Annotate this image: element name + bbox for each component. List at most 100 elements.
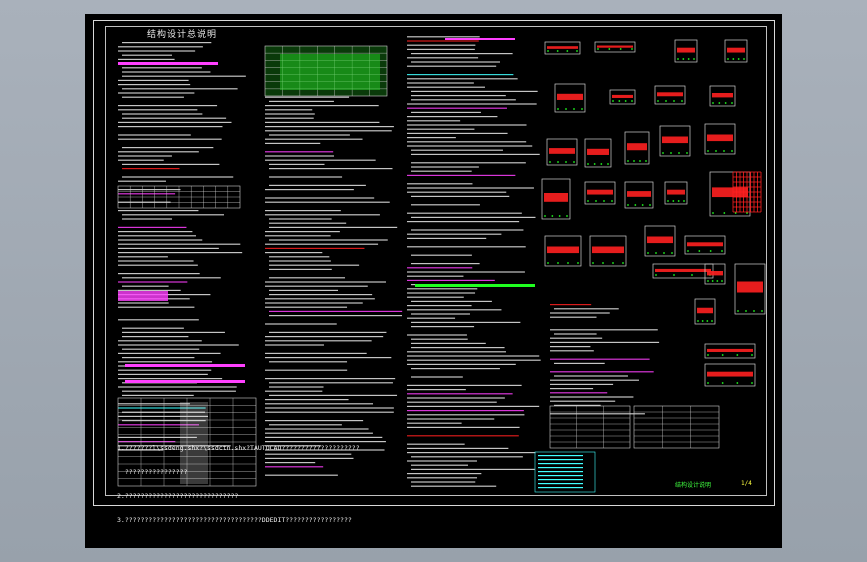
text-line xyxy=(411,464,468,466)
text-line xyxy=(411,263,480,265)
text-line xyxy=(407,473,482,475)
rebar-dot xyxy=(557,161,559,163)
rebar-dot xyxy=(707,354,709,356)
text-line xyxy=(122,331,225,333)
text-line xyxy=(407,103,537,105)
rebar-dot xyxy=(567,262,569,264)
rebar-band xyxy=(707,371,753,377)
text-line xyxy=(265,323,337,325)
rebar-dot xyxy=(558,215,561,217)
rebar-dot xyxy=(645,160,647,162)
text-line xyxy=(269,226,398,228)
rebar-dot xyxy=(624,100,627,102)
text-line xyxy=(411,326,475,328)
text-line xyxy=(407,418,495,420)
rebar-dot xyxy=(712,212,714,214)
text-line xyxy=(407,145,533,147)
text-line xyxy=(269,260,331,262)
text-line xyxy=(407,174,516,176)
text-line xyxy=(122,54,172,56)
rebar-dot xyxy=(709,250,712,252)
rebar-dot xyxy=(547,50,549,52)
rebar-dot xyxy=(672,200,675,202)
text-line xyxy=(411,216,536,218)
text-line xyxy=(118,239,203,241)
text-line xyxy=(407,267,473,269)
text-line xyxy=(122,327,184,329)
rebar-dot xyxy=(686,152,688,154)
text-line xyxy=(265,201,390,203)
text-line xyxy=(265,252,323,254)
text-line xyxy=(407,426,520,428)
text-line xyxy=(118,378,223,380)
rebar-band xyxy=(549,148,575,154)
text-line xyxy=(554,308,619,310)
text-line xyxy=(407,389,466,391)
rebar-dot xyxy=(631,48,633,50)
text-line xyxy=(265,151,334,153)
text-line xyxy=(265,210,341,212)
text-line xyxy=(269,168,393,170)
rebar-dot xyxy=(731,150,733,152)
text-line xyxy=(269,239,388,241)
text-line xyxy=(269,382,393,384)
text-line xyxy=(411,376,463,378)
text-line xyxy=(269,294,373,296)
text-line xyxy=(554,375,628,377)
text-line xyxy=(411,149,503,151)
text-line xyxy=(550,413,645,415)
rebar-dot xyxy=(673,274,675,276)
rebar-band xyxy=(697,307,713,314)
rebar-band xyxy=(547,46,578,49)
text-line xyxy=(407,271,525,273)
text-line xyxy=(118,210,199,212)
text-line xyxy=(411,485,497,487)
text-line xyxy=(118,151,199,153)
text-line xyxy=(118,260,194,262)
drawing-sheet[interactable]: 结构设计总说明 结构设计说明 1/4 1.???????l\ssdeng.shx… xyxy=(85,14,782,548)
text-line xyxy=(122,168,180,170)
text-line xyxy=(265,142,321,144)
rebar-band xyxy=(587,189,613,195)
text-line xyxy=(407,187,534,189)
text-line xyxy=(269,331,387,333)
text-line xyxy=(265,197,375,199)
rebar-band xyxy=(587,148,609,155)
text-line xyxy=(118,252,243,254)
text-line xyxy=(118,92,195,94)
text-line xyxy=(265,159,376,161)
rebar-band xyxy=(557,93,583,100)
text-line xyxy=(265,298,375,300)
cad-viewport[interactable]: 结构设计总说明 结构设计说明 1/4 1.???????l\ssdeng.shx… xyxy=(0,0,867,562)
text-line xyxy=(265,189,354,191)
text-line xyxy=(407,40,479,42)
text-line xyxy=(407,48,475,50)
text-line xyxy=(411,347,505,349)
text-line xyxy=(265,302,363,304)
text-line xyxy=(265,109,313,111)
text-line xyxy=(265,155,335,157)
text-line xyxy=(407,65,497,67)
rebar-dot xyxy=(608,48,611,50)
text-line xyxy=(407,124,527,126)
text-line xyxy=(411,53,513,55)
rebar-dot xyxy=(667,200,669,202)
text-line xyxy=(407,384,522,386)
rebar-dot xyxy=(544,215,546,217)
text-line xyxy=(118,226,187,228)
text-line xyxy=(118,302,169,304)
text-line xyxy=(118,256,168,258)
text-line xyxy=(118,352,221,354)
rebar-band xyxy=(687,242,723,247)
rebar-dot xyxy=(592,262,594,264)
text-line xyxy=(269,310,403,312)
text-line xyxy=(538,467,583,469)
text-line xyxy=(265,378,396,380)
rebar-dot xyxy=(721,280,723,282)
text-line xyxy=(122,214,225,216)
rebar-dot xyxy=(663,252,665,254)
text-line xyxy=(118,193,176,195)
text-line xyxy=(407,334,467,336)
rebar-dot xyxy=(633,160,635,162)
text-line xyxy=(118,155,172,157)
